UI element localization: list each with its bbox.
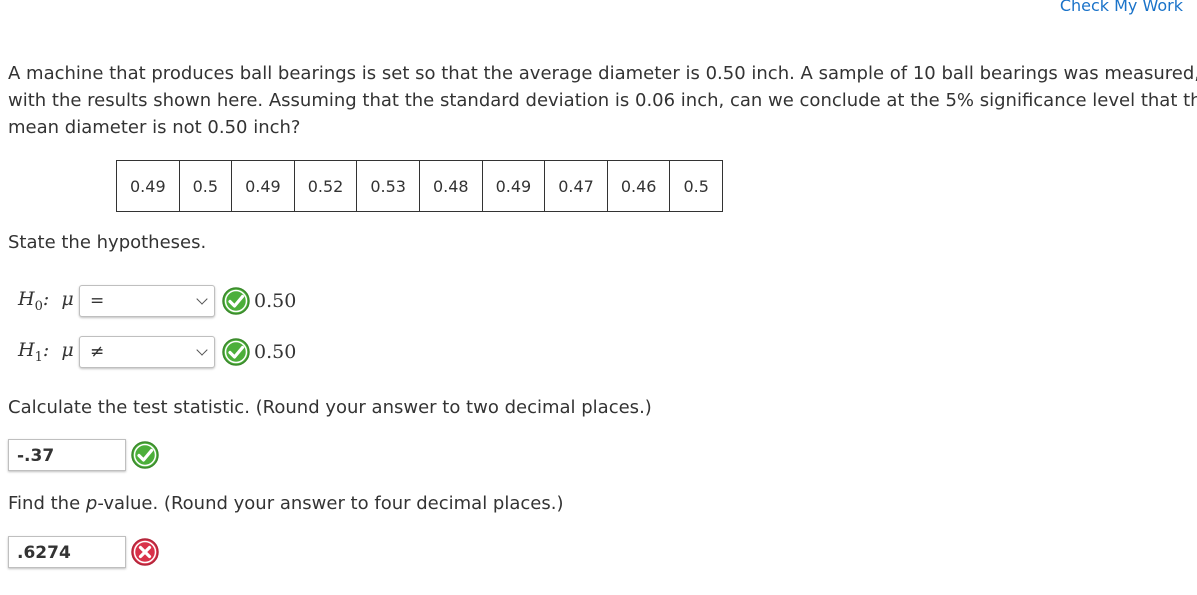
table-cell: 0.49: [481, 160, 546, 212]
table-cell: 0.47: [544, 160, 608, 212]
h0-colon: :: [42, 288, 50, 311]
mu-symbol: μ: [61, 288, 74, 311]
hypotheses-prompt: State the hypotheses.: [8, 232, 207, 253]
check-my-work-link[interactable]: Check My Work: [1060, 0, 1183, 15]
test-statistic-row: -.37: [8, 439, 160, 471]
p-value-prompt-italic: p: [85, 493, 98, 514]
table-cell: 0.5: [669, 160, 723, 212]
check-circle-icon: [131, 441, 159, 469]
chevron-down-icon: [196, 344, 208, 356]
h1-label: H1: μ: [18, 339, 78, 365]
p-value-prompt: Find the p-value. (Round your answer to …: [8, 493, 563, 514]
h1-operator-select[interactable]: ≠: [79, 336, 215, 368]
chevron-down-icon: [196, 293, 208, 305]
h0-operator-select[interactable]: =: [79, 285, 215, 317]
check-circle-icon: [222, 338, 250, 366]
table-cell: 0.5: [178, 160, 233, 212]
h0-label: H0: μ: [18, 288, 78, 314]
p-value-prompt-start: Find the: [8, 493, 86, 514]
question-text: A machine that produces ball bearings is…: [8, 60, 1197, 141]
test-statistic-input[interactable]: -.37: [8, 439, 126, 471]
p-value-prompt-end: -value. (Round your answer to four decim…: [97, 493, 564, 514]
h1-colon: :: [42, 339, 50, 362]
p-value-row: .6274: [8, 536, 160, 568]
h0-letter: H: [18, 288, 35, 311]
check-circle-icon: [222, 287, 250, 315]
h1-letter: H: [18, 339, 35, 362]
table-row: 0.49 0.5 0.49 0.52 0.53 0.48 0.49 0.47 0…: [116, 160, 723, 212]
alternative-hypothesis-row: H1: μ ≠ 0.50: [18, 334, 296, 370]
question-line-1: A machine that produces ball bearings is…: [8, 63, 1197, 84]
table-cell: 0.49: [231, 160, 295, 212]
test-statistic-prompt: Calculate the test statistic. (Round you…: [8, 397, 652, 418]
table-cell: 0.46: [606, 160, 671, 212]
h0-subscript: 0: [34, 298, 43, 314]
h0-value: 0.50: [254, 290, 297, 312]
table-cell: 0.52: [293, 160, 358, 212]
table-cell: 0.48: [418, 160, 483, 212]
x-circle-icon: [131, 538, 159, 566]
mu-symbol: μ: [61, 339, 74, 362]
h1-value: 0.50: [254, 341, 297, 363]
question-line-3: mean diameter is not 0.50 inch?: [8, 117, 301, 138]
table-cell: 0.53: [356, 160, 420, 212]
null-hypothesis-row: H0: μ = 0.50: [18, 283, 296, 319]
question-line-2: with the results shown here. Assuming th…: [8, 90, 1197, 111]
sample-data-table: 0.49 0.5 0.49 0.52 0.53 0.48 0.49 0.47 0…: [116, 160, 723, 212]
h1-subscript: 1: [34, 349, 43, 365]
table-cell: 0.49: [116, 160, 180, 212]
h1-operator-value: ≠: [90, 342, 105, 362]
p-value-input[interactable]: .6274: [8, 536, 126, 568]
h0-operator-value: =: [90, 291, 105, 311]
